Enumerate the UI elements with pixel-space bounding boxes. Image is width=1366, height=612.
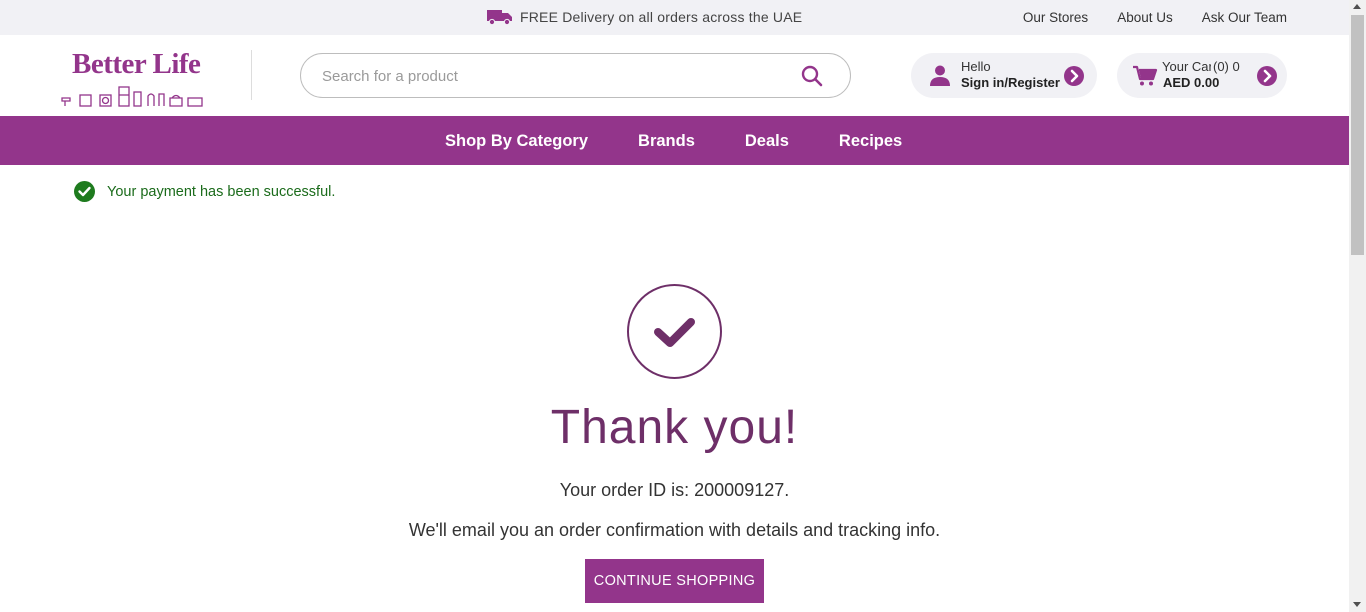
order-id-text: Your order ID is: 200009127. (559, 480, 790, 500)
logo-wordmark: Better Life (72, 48, 201, 80)
nav-item-shop-by-category[interactable]: Shop By Category (445, 132, 588, 151)
search-icon[interactable] (801, 65, 823, 92)
search-box (300, 53, 851, 98)
header-divider (251, 50, 252, 100)
sign-in-register-link[interactable]: Sign in/Register (961, 75, 1060, 90)
notice-text: Your payment has been successful. (107, 183, 336, 200)
cart-icon (1132, 65, 1158, 92)
payment-success-notice: Your payment has been successful. (74, 181, 335, 202)
site-logo[interactable]: Better Life (60, 44, 210, 108)
thank-you-heading: Thank you! (550, 401, 799, 454)
chevron-right-icon[interactable] (1064, 66, 1084, 86)
scroll-down-arrow-icon[interactable] (1353, 602, 1361, 607)
promo-text: FREE Delivery on all orders across the U… (520, 9, 803, 25)
cart-count: (0) 0 (1211, 59, 1240, 74)
cart-total: AED 0.00 (1163, 75, 1220, 90)
vertical-scrollbar[interactable] (1349, 0, 1366, 612)
scroll-up-arrow-icon[interactable] (1353, 4, 1361, 9)
main-nav: Shop By Category Brands Deals Recipes (0, 116, 1349, 165)
success-check-icon (74, 181, 95, 202)
delivery-truck-icon (487, 9, 513, 25)
our-stores-link[interactable]: Our Stores (1023, 10, 1088, 25)
order-confirmed-check-icon (627, 284, 722, 379)
email-confirmation-text: We'll email you an order confirmation wi… (408, 520, 941, 540)
about-us-link[interactable]: About Us (1117, 10, 1173, 25)
site-header: Better Life Search for a product Hello S… (0, 35, 1349, 116)
chevron-right-icon[interactable] (1257, 66, 1277, 86)
page: FREE Delivery on all orders across the U… (0, 0, 1366, 612)
cart-button[interactable]: Your Cart (0) 0 AED 0.00 (1117, 53, 1287, 98)
appliance-icons-logo (61, 86, 203, 107)
delivery-promo: FREE Delivery on all orders across the U… (487, 9, 802, 25)
user-icon (929, 64, 951, 91)
continue-shopping-button[interactable]: CONTINUE SHOPPING (585, 559, 764, 603)
nav-item-deals[interactable]: Deals (745, 132, 789, 151)
nav-item-brands[interactable]: Brands (638, 132, 695, 151)
scroll-thumb[interactable] (1351, 15, 1364, 255)
top-bar: FREE Delivery on all orders across the U… (0, 0, 1349, 35)
cart-label: Your Cart (1162, 59, 1217, 74)
nav-item-recipes[interactable]: Recipes (839, 132, 902, 151)
top-links: Our Stores About Us Ask Our Team (1023, 10, 1287, 25)
account-button[interactable]: Hello Sign in/Register (911, 53, 1097, 98)
search-input[interactable] (322, 65, 792, 87)
ask-our-team-link[interactable]: Ask Our Team (1202, 10, 1287, 25)
account-greeting: Hello (961, 59, 991, 74)
